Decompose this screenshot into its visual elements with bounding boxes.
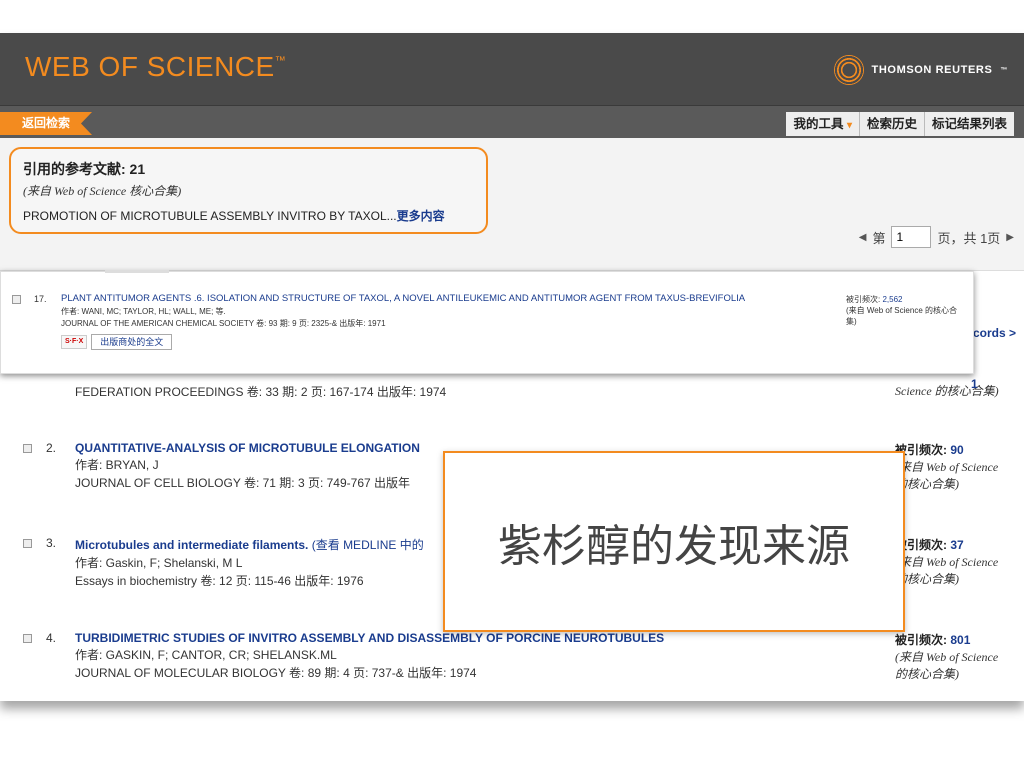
record-authors: 作者: GASKIN, F; CANTOR, CR; SHELANSK.ML xyxy=(75,648,337,662)
record-number: 3. xyxy=(46,536,57,550)
record-journal: JOURNAL OF THE AMERICAN CHEMICAL SOCIETY… xyxy=(61,319,386,328)
record-count-fragment: 1 xyxy=(971,377,978,391)
my-tools-label: 我的工具 xyxy=(793,117,844,131)
record-actions: S·F·X 出版商处的全文 xyxy=(61,334,821,350)
next-page-icon[interactable]: ▶ xyxy=(1006,232,1014,243)
citation-source: (来自 Web of Science 的核心合集) xyxy=(895,650,999,681)
nav-menu: 我的工具 ▾ 检索历史 标记结果列表 xyxy=(786,112,1014,136)
cited-references-box: 引用的参考文献: 21 (来自 Web of Science 核心合集) PRO… xyxy=(9,147,488,234)
citation-count-link[interactable]: 37 xyxy=(950,538,963,552)
cited-references-title: 引用的参考文献: 21 xyxy=(23,161,146,177)
web-of-science-logo[interactable]: WEB OF SCIENCE™ xyxy=(25,51,286,83)
record-number: 2. xyxy=(46,441,57,455)
record-checkbox[interactable] xyxy=(23,634,32,643)
citation-source: (来自 Web of Science 的核心合集) xyxy=(895,555,999,586)
citation-count-link[interactable]: 90 xyxy=(950,443,963,457)
app-header: WEB OF SCIENCE™ THOMSON REUTERS ™ xyxy=(0,33,1024,105)
record-body: FEDERATION PROCEEDINGS 卷: 33 期: 2 页: 167… xyxy=(75,382,875,400)
nav-bar: 返回检索 我的工具 ▾ 检索历史 标记结果列表 xyxy=(0,105,1024,138)
page-label-after: 页，共 1页 xyxy=(937,230,1001,246)
view-records-link[interactable]: cords > xyxy=(973,326,1016,340)
record-title-link[interactable]: PLANT ANTITUMOR AGENTS .6. ISOLATION AND… xyxy=(61,293,821,305)
pagination: ◀ 第 页，共 1页 ▶ xyxy=(859,226,1014,248)
record-citation: 被引频次: 801 (来自 Web of Science 的核心合集) xyxy=(895,631,1010,682)
record-journal: JOURNAL OF MOLECULAR BIOLOGY 卷: 89 期: 4 … xyxy=(75,666,477,680)
my-tools-menu[interactable]: 我的工具 ▾ xyxy=(786,112,859,136)
thomson-reuters-icon xyxy=(833,55,864,85)
record-checkbox[interactable] xyxy=(12,295,21,304)
record-body: TURBIDIMETRIC STUDIES OF INVITRO ASSEMBL… xyxy=(75,631,875,681)
source-article: PROMOTION OF MICROTUBULE ASSEMBLY INVITR… xyxy=(23,207,474,224)
record-title-link[interactable]: Microtubules and intermediate filaments. xyxy=(75,538,308,552)
sfx-icon: S·F·X xyxy=(65,338,84,345)
marked-list-link[interactable]: 标记结果列表 xyxy=(923,112,1014,136)
citation-source: (来自 Web of Science 的核心合集) xyxy=(895,460,999,491)
citation-count-link[interactable]: 2,562 xyxy=(882,295,902,304)
record-body: PLANT ANTITUMOR AGENTS .6. ISOLATION AND… xyxy=(61,293,821,350)
record-citation: 被引频次: 37 (来自 Web of Science 的核心合集) xyxy=(895,536,1010,587)
more-content-link[interactable]: 更多内容 xyxy=(397,209,445,223)
citation-label: 被引频次: xyxy=(895,633,947,647)
thomson-reuters-brand[interactable]: THOMSON REUTERS ™ xyxy=(833,55,1008,85)
record-authors: 作者: WANI, MC; TAYLOR, HL; WALL, ME; 等. xyxy=(61,307,226,316)
cited-references-source: (来自 Web of Science 核心合集) xyxy=(23,184,182,198)
prev-page-icon[interactable]: ◀ xyxy=(859,232,867,243)
logo-tm: ™ xyxy=(274,55,287,67)
sfx-button[interactable]: S·F·X xyxy=(61,335,88,349)
record-citation: 被引频次: 2,562 (来自 Web of Science 的核心合集) xyxy=(846,294,966,327)
citation-count-link[interactable]: 801 xyxy=(950,633,970,647)
zoomed-record-popup: 17. PLANT ANTITUMOR AGENTS .6. ISOLATION… xyxy=(0,270,974,374)
record-citation: Science 的核心合集) xyxy=(895,382,1010,399)
source-article-title: PROMOTION OF MICROTUBULE ASSEMBLY INVITR… xyxy=(23,209,397,223)
page-label-before: 第 xyxy=(872,230,886,246)
annotation-callout: 紫杉醇的发现来源 xyxy=(443,451,905,632)
record-number: 17. xyxy=(34,294,47,304)
publisher-fulltext-button[interactable]: 出版商处的全文 xyxy=(91,334,173,350)
popup-tab xyxy=(105,270,169,273)
logo-text: WEB OF SCIENCE xyxy=(25,51,275,82)
citation-label: 被引频次: xyxy=(846,295,881,304)
record-checkbox[interactable] xyxy=(23,539,32,548)
brand-text: THOMSON REUTERS xyxy=(871,64,993,76)
citation-source: Science 的核心合集) xyxy=(895,384,999,398)
record-checkbox[interactable] xyxy=(23,444,32,453)
medline-link[interactable]: (查看 MEDLINE 中的 xyxy=(312,538,424,552)
back-to-search-button[interactable]: 返回检索 xyxy=(0,112,93,135)
brand-tm: ™ xyxy=(1000,66,1008,74)
chevron-down-icon: ▾ xyxy=(846,120,852,131)
record-number: 4. xyxy=(46,631,57,645)
search-history-link[interactable]: 检索历史 xyxy=(858,112,924,136)
record-title-link[interactable]: TURBIDIMETRIC STUDIES OF INVITRO ASSEMBL… xyxy=(75,631,875,645)
page-number-input[interactable] xyxy=(891,226,932,248)
citation-source: (来自 Web of Science 的核心合集) xyxy=(846,306,957,326)
record-citation: 被引频次: 90 (来自 Web of Science 的核心合集) xyxy=(895,441,1010,492)
record-journal: FEDERATION PROCEEDINGS 卷: 33 期: 2 页: 167… xyxy=(75,385,447,399)
